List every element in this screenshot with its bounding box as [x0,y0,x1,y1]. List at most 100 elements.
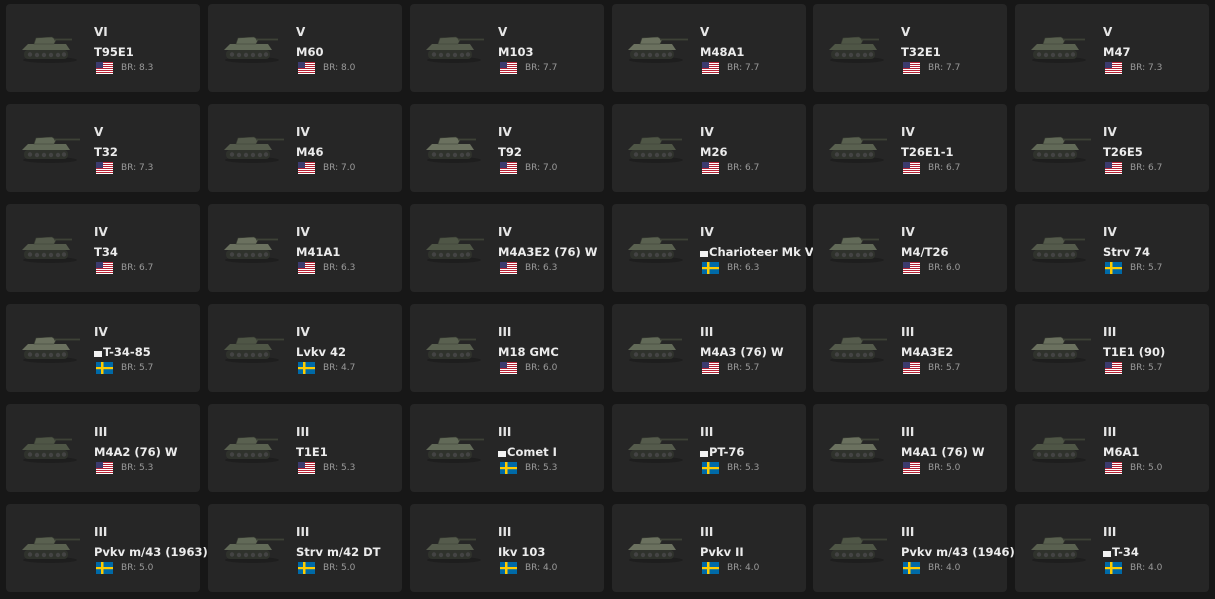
vehicle-name: M4A3E2 [901,345,953,359]
vehicle-name-text: T34 [94,245,118,259]
vehicle-name: M41A1 [296,245,340,259]
vehicle-name: Comet I [498,445,557,459]
vehicle-name: M4A2 (76) W [94,445,178,459]
tank-icon [825,230,889,264]
sweden-flag-icon [96,362,113,374]
vehicle-rank: IV [498,225,512,239]
vehicle-card[interactable]: IV T92 BR: 7.0 [410,104,604,192]
vehicle-rank: IV [296,225,310,239]
vehicle-name-text: M4A3 (76) W [700,345,784,359]
vehicle-card[interactable]: IV M4/T26 BR: 6.0 [813,204,1007,292]
vehicle-card[interactable]: III M4A2 (76) W BR: 5.3 [6,404,200,492]
sweden-flag-icon [1105,562,1122,574]
tank-icon [825,130,889,164]
vehicle-card[interactable]: IV Charioteer Mk VI BR: 6.3 [612,204,818,292]
vehicle-card[interactable]: III Comet I BR: 5.3 [410,404,604,492]
usa-flag-icon [903,162,920,174]
vehicle-card[interactable]: III T1E1 (90) BR: 5.7 [1015,304,1209,392]
vehicle-name-text: PT-76 [709,445,745,459]
battle-rating: BR: 7.3 [1130,63,1163,73]
tank-icon [220,130,284,164]
vehicle-card[interactable]: III M4A3 (76) W BR: 5.7 [612,304,806,392]
vehicle-rank: VI [94,25,108,39]
vehicle-name-text: M60 [296,45,324,59]
vehicle-card[interactable]: IV M4A3E2 (76) W BR: 6.3 [410,204,604,292]
vehicle-card[interactable]: III M18 GMC BR: 6.0 [410,304,604,392]
vehicle-name: Lvkv 42 [296,345,346,359]
vehicle-card[interactable]: III Ikv 103 BR: 4.0 [410,504,604,592]
vehicle-card[interactable]: IV Strv 74 BR: 5.7 [1015,204,1209,292]
usa-flag-icon [96,262,113,274]
tank-icon [220,430,284,464]
tank-icon [220,530,284,564]
usa-flag-icon [903,462,920,474]
vehicle-name: M48A1 [700,45,744,59]
battle-rating: BR: 5.3 [121,463,154,473]
battle-rating: BR: 5.7 [121,363,154,373]
vehicle-card[interactable]: IV M41A1 BR: 6.3 [208,204,402,292]
battle-rating: BR: 5.0 [323,563,356,573]
vehicle-card[interactable]: V M48A1 BR: 7.7 [612,4,806,92]
vehicle-card[interactable]: III Pvkv II BR: 4.0 [612,504,806,592]
premium-marker-icon [1103,551,1111,557]
vehicle-card[interactable]: V M103 BR: 7.7 [410,4,604,92]
vehicle-name-text: Lvkv 42 [296,345,346,359]
vehicle-card[interactable]: III Pvkv m/43 (1946) BR: 4.0 [813,504,1015,592]
battle-rating: BR: 4.0 [525,563,558,573]
battle-rating: BR: 7.0 [323,163,356,173]
vehicle-card[interactable]: V M47 BR: 7.3 [1015,4,1209,92]
usa-flag-icon [500,262,517,274]
vehicle-name: T26E1-1 [901,145,953,159]
tank-icon [18,230,82,264]
usa-flag-icon [500,62,517,74]
vehicle-rank: III [901,525,915,539]
vehicle-rank: III [94,525,108,539]
vehicle-name: T95E1 [94,45,134,59]
vehicle-card[interactable]: III Pvkv m/43 (1963) BR: 5.0 [6,504,208,592]
tank-icon [1027,230,1091,264]
vehicle-card[interactable]: IV Lvkv 42 BR: 4.7 [208,304,402,392]
usa-flag-icon [1105,462,1122,474]
vehicle-name-text: T95E1 [94,45,134,59]
tank-icon [422,130,486,164]
vehicle-rank: III [498,425,512,439]
tank-icon [220,230,284,264]
vehicle-card[interactable]: V T32 BR: 7.3 [6,104,200,192]
tank-icon [624,330,688,364]
tank-icon [422,330,486,364]
vehicle-card[interactable]: IV T26E1-1 BR: 6.7 [813,104,1007,192]
battle-rating: BR: 6.3 [525,263,558,273]
vehicle-card[interactable]: III M6A1 BR: 5.0 [1015,404,1209,492]
vehicle-rank: V [1103,25,1113,39]
vehicle-rank: III [498,525,512,539]
vehicle-card[interactable]: IV M26 BR: 6.7 [612,104,806,192]
vehicle-rank: III [700,325,714,339]
usa-flag-icon [702,162,719,174]
vehicle-rank: IV [94,325,108,339]
vehicle-name-text: M6A1 [1103,445,1140,459]
vehicle-rank: IV [296,125,310,139]
vehicle-name: Pvkv m/43 (1963) [94,545,208,559]
usa-flag-icon [298,62,315,74]
vehicle-card[interactable]: IV T-34-85 BR: 5.7 [6,304,200,392]
battle-rating: BR: 7.7 [525,63,558,73]
usa-flag-icon [96,62,113,74]
vehicle-card[interactable]: V T32E1 BR: 7.7 [813,4,1007,92]
vehicle-card[interactable]: IV M46 BR: 7.0 [208,104,402,192]
vehicle-name-text: M4A2 (76) W [94,445,178,459]
vehicle-card[interactable]: III T-34 BR: 4.0 [1015,504,1209,592]
vehicle-name: M26 [700,145,727,159]
vehicle-card[interactable]: III PT-76 BR: 5.3 [612,404,806,492]
vehicle-card[interactable]: VI T95E1 BR: 8.3 [6,4,200,92]
vehicle-card[interactable]: V M60 BR: 8.0 [208,4,402,92]
vehicle-name: T32E1 [901,45,941,59]
vehicle-card[interactable]: IV T26E5 BR: 6.7 [1015,104,1209,192]
vehicle-card[interactable]: IV T34 BR: 6.7 [6,204,200,292]
vehicle-card[interactable]: III T1E1 BR: 5.3 [208,404,402,492]
vehicle-rank: IV [498,125,512,139]
vehicle-card[interactable]: III M4A3E2 BR: 5.7 [813,304,1007,392]
vehicle-card[interactable]: III M4A1 (76) W BR: 5.0 [813,404,1007,492]
battle-rating: BR: 6.3 [727,263,760,273]
vehicle-name: T1E1 [296,445,328,459]
vehicle-card[interactable]: III Strv m/42 DT BR: 5.0 [208,504,402,592]
